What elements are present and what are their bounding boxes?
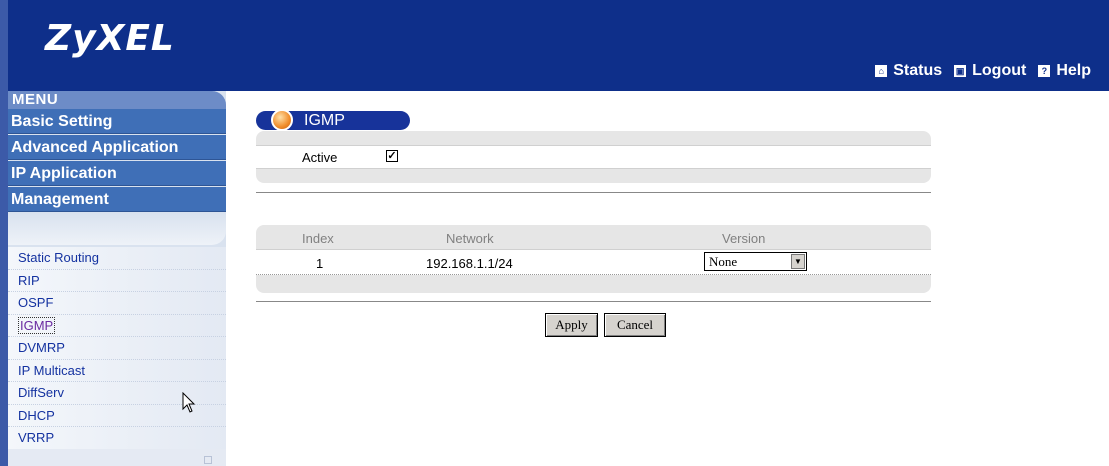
orb-icon (271, 109, 293, 131)
zyxel-logo: ZyXEL (45, 18, 175, 59)
version-select[interactable]: None ▼ (704, 252, 807, 271)
status-link-label: Status (893, 62, 943, 79)
sub-label: DiffServ (18, 385, 64, 400)
sidebar-item-igmp[interactable]: IGMP (8, 314, 226, 337)
active-panel: Active ✓ (256, 131, 931, 183)
sub-label: VRRP (18, 430, 55, 445)
sidebar-item-vrrp[interactable]: VRRP (8, 427, 226, 450)
menu-advanced-application[interactable]: Advanced Application (8, 135, 226, 160)
sidebar-item-static-routing[interactable]: Static Routing (8, 247, 226, 270)
chevron-down-icon: ▼ (791, 254, 805, 269)
sidebar-item-ip-multicast[interactable]: IP Multicast (8, 359, 226, 382)
status-link[interactable]: ⌂ Status (875, 62, 942, 80)
mouse-pointer-icon (182, 392, 196, 413)
column-header-version: Version (722, 231, 766, 246)
logout-icon: ▣ (954, 65, 967, 77)
divider (256, 192, 931, 193)
help-link[interactable]: ? Help (1038, 62, 1091, 80)
left-edge-strip (0, 0, 8, 466)
sub-label: IGMP (18, 316, 56, 334)
column-header-index: Index (302, 231, 334, 246)
menu-tab: MENU (8, 91, 226, 109)
row-network: 192.168.1.1/24 (426, 256, 513, 271)
page-title: IGMP (304, 112, 345, 129)
resize-grip-icon (204, 456, 212, 464)
top-links: ⌂ Status ▣ Logout ? Help (875, 62, 1091, 80)
sub-label: DVMRP (18, 340, 65, 355)
igmp-table-panel: Index Network Version 1 192.168.1.1/24 N… (256, 225, 931, 293)
menu-management[interactable]: Management (8, 187, 226, 212)
logout-link-label: Logout (972, 62, 1027, 79)
sub-label: DHCP (18, 407, 55, 423)
menu-ip-application[interactable]: IP Application (8, 161, 226, 186)
sub-label: Static Routing (18, 250, 99, 265)
menu-basic-setting[interactable]: Basic Setting (8, 109, 226, 134)
header-bar: ZyXEL ⌂ Status ▣ Logout ? Help (0, 0, 1109, 91)
sidebar-footer (8, 449, 226, 466)
sidebar-item-rip[interactable]: RIP (8, 269, 226, 292)
sub-label: OSPF (18, 295, 54, 310)
sidebar-item-dvmrp[interactable]: DVMRP (8, 337, 226, 360)
sidebar-spacer (8, 213, 226, 245)
menu-label: MENU (12, 91, 59, 108)
active-row: Active ✓ (256, 145, 931, 169)
row-index: 1 (316, 256, 324, 271)
column-header-network: Network (446, 231, 494, 246)
table-row: 1 192.168.1.1/24 None ▼ (256, 249, 931, 275)
sub-label: IP Multicast (18, 362, 85, 378)
active-label: Active (302, 150, 338, 165)
version-select-value: None (709, 254, 738, 269)
active-checkbox[interactable]: ✓ (386, 150, 398, 162)
submenu-list: Static Routing RIP OSPF IGMP DVMRP IP Mu… (8, 247, 226, 450)
apply-button[interactable]: Apply (545, 313, 598, 337)
help-link-label: Help (1056, 62, 1091, 79)
home-icon: ⌂ (875, 65, 888, 77)
sub-label: RIP (18, 272, 40, 288)
sidebar-item-ospf[interactable]: OSPF (8, 292, 226, 315)
logout-link[interactable]: ▣ Logout (954, 62, 1026, 80)
divider (256, 301, 931, 302)
cancel-button[interactable]: Cancel (604, 313, 666, 337)
main-content: IGMP Active ✓ Index Network Version 1 19… (226, 91, 1109, 466)
page-title-bar: IGMP (256, 109, 410, 131)
help-icon: ? (1038, 65, 1051, 77)
